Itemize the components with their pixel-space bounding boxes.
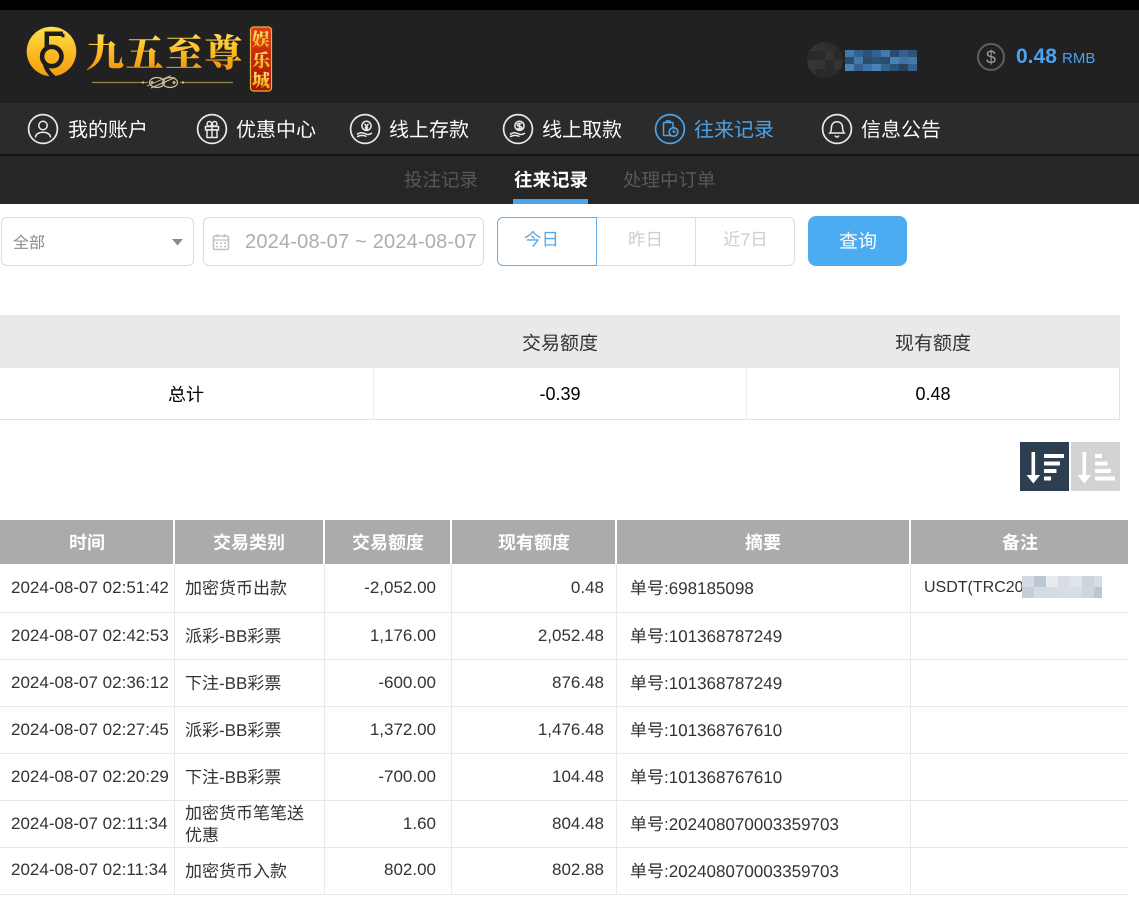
svg-text:$: $ (986, 48, 996, 68)
